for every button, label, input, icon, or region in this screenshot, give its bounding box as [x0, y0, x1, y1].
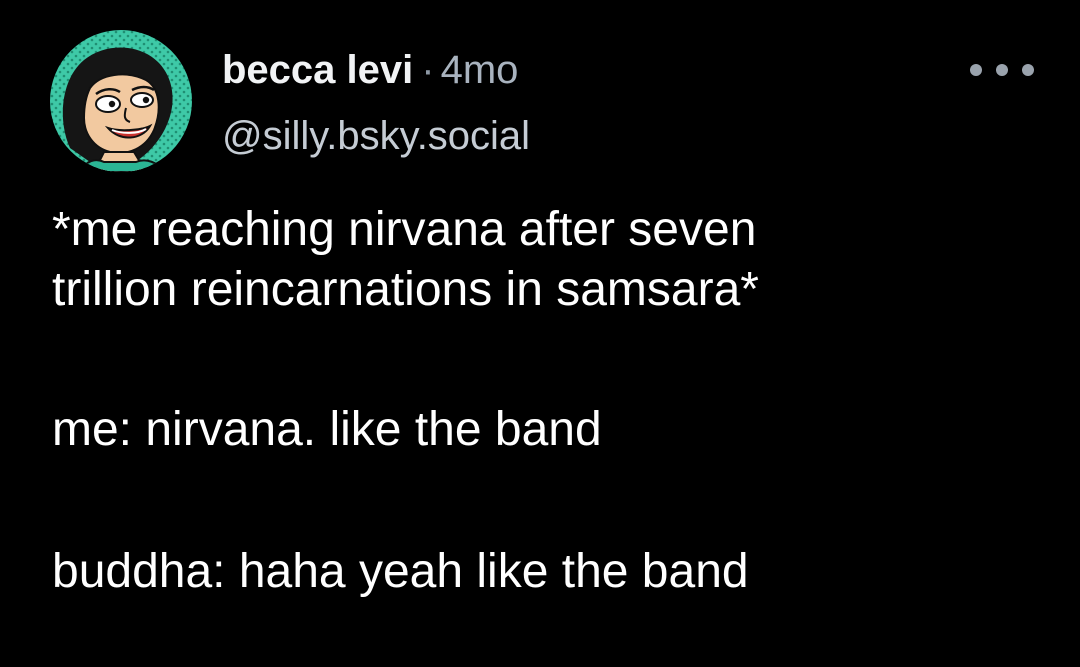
author-row: becca levi · 4mo [222, 46, 518, 94]
ellipsis-icon [996, 64, 1008, 76]
author-display-name[interactable]: becca levi [222, 48, 413, 92]
post-text-line: *me reaching nirvana after seven [52, 203, 757, 256]
post-text-line: buddha: haha yeah like the band [52, 545, 749, 598]
author-handle[interactable]: @silly.bsky.social [222, 112, 530, 160]
ellipsis-icon [1022, 64, 1034, 76]
post-card: becca levi · 4mo @silly.bsky.social *me re… [0, 0, 1080, 667]
post-timestamp[interactable]: 4mo [441, 48, 519, 92]
ellipsis-icon [970, 64, 982, 76]
post-text-line: trillion reincarnations in samsara* [52, 263, 759, 316]
avatar[interactable] [50, 30, 192, 172]
post-header: becca levi · 4mo @silly.bsky.social [222, 46, 922, 166]
more-options-button[interactable] [970, 56, 1034, 84]
post-body: *me reaching nirvana after seven trillio… [52, 200, 1062, 602]
cartoon-face-avatar-icon [50, 30, 192, 172]
post-text-line: me: nirvana. like the band [52, 403, 602, 456]
separator-dot: · [421, 48, 435, 92]
